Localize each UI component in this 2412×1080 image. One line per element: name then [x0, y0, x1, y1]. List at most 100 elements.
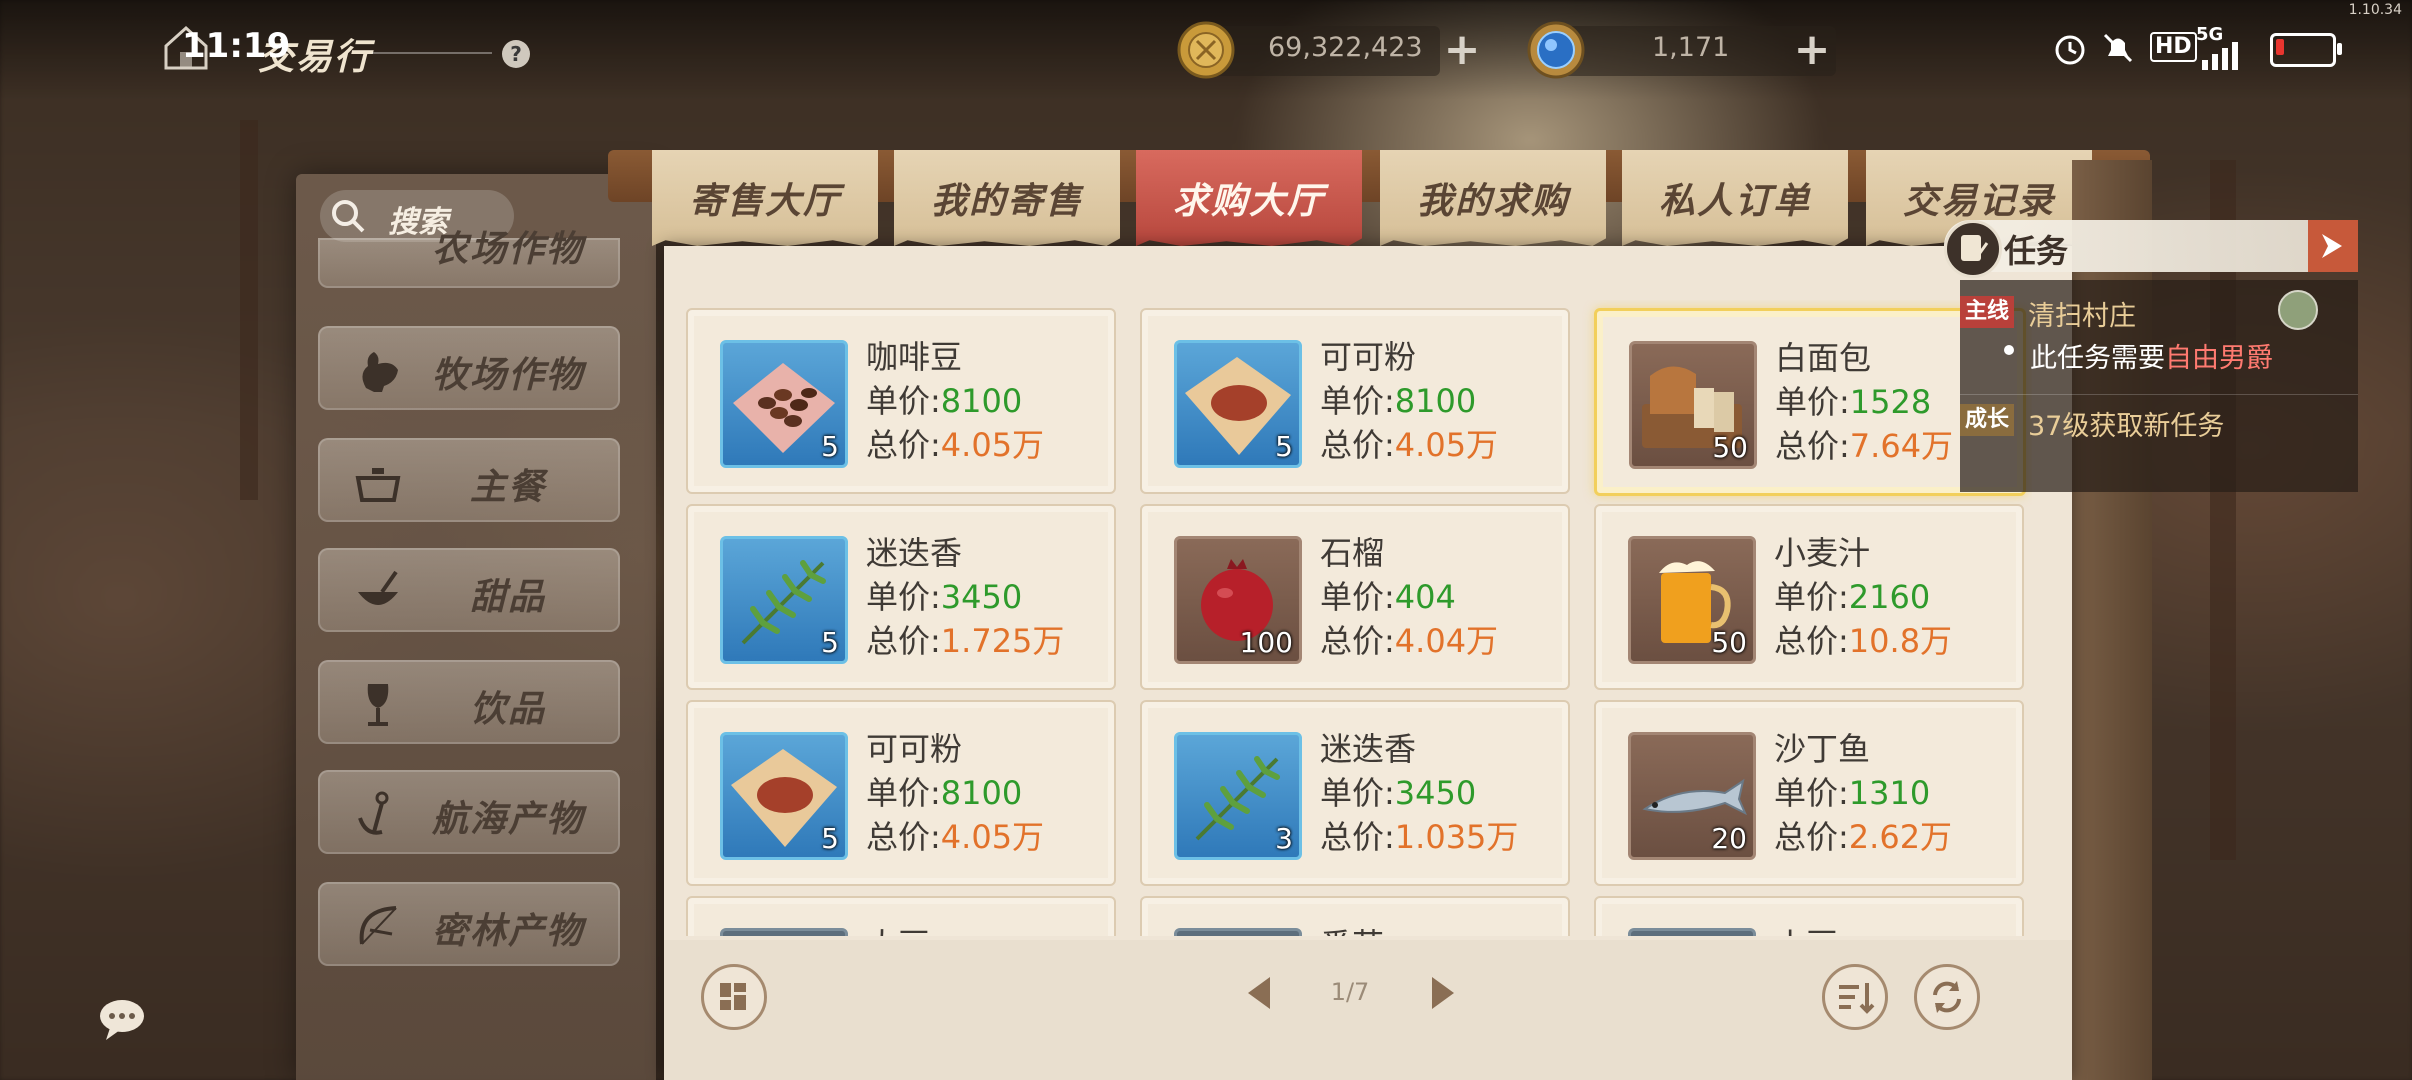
- pot-icon: [355, 468, 401, 502]
- unit-price-row: 单价:8100: [866, 768, 1022, 814]
- unit-price-label: 单价:: [866, 382, 941, 420]
- unit-price-label: 单价:: [866, 578, 941, 616]
- item-thumb: 5: [720, 536, 848, 664]
- item-card[interactable]: 大豆: [686, 896, 1116, 936]
- requirement-prefix: 此任务需要: [2030, 343, 2165, 374]
- category-main-course[interactable]: 主餐: [318, 438, 620, 522]
- item-card[interactable]: 5 可可粉 单价:8100 总价:4.05万: [1140, 308, 1570, 494]
- prev-page-icon[interactable]: [1244, 975, 1274, 1011]
- item-card[interactable]: 100 石榴 单价:404 总价:4.04万: [1140, 504, 1570, 690]
- total-price-value: 4.05万: [940, 818, 1045, 856]
- quest-scroll-icon: [1944, 220, 2002, 278]
- total-price-label: 总价:: [866, 818, 941, 856]
- unit-price-label: 单价:: [1320, 578, 1395, 616]
- category-label: 密林产物: [431, 911, 584, 952]
- item-name: 石榴: [1320, 534, 1385, 572]
- category-maritime[interactable]: 航海产物: [318, 770, 620, 854]
- item-name: 番茄: [1320, 920, 1384, 936]
- grid-layout-icon: [720, 983, 746, 1010]
- unit-price-label: 单价:: [1775, 383, 1850, 421]
- requirement-rank: 自由男爵: [2165, 343, 2273, 374]
- quest-divider: [1960, 394, 2358, 395]
- layout-toggle-button[interactable]: [701, 964, 767, 1030]
- chat-icon[interactable]: [98, 996, 154, 1046]
- category-label: 主餐: [469, 467, 546, 508]
- tab-label: 交易记录: [1902, 181, 2055, 222]
- add-gold-button[interactable]: +: [1442, 28, 1482, 72]
- page-indicator: 1/7: [1330, 978, 1370, 1006]
- category-forest[interactable]: 密林产物: [318, 882, 620, 966]
- quest-go-button[interactable]: [2308, 220, 2358, 272]
- item-quantity: 3: [1275, 822, 1293, 855]
- wine-glass-icon: [367, 684, 389, 726]
- item-thumb: 50: [1629, 341, 1757, 469]
- tab-private-orders[interactable]: 私人订单: [1622, 150, 1848, 246]
- item-card[interactable]: 20 沙丁鱼 单价:1310 总价:2.62万: [1594, 700, 2024, 886]
- tab-my-purchase[interactable]: 我的求购: [1380, 150, 1606, 246]
- npc-avatar: [2278, 290, 2318, 330]
- item-quantity: 50: [1712, 431, 1748, 464]
- item-name: 迷迭香: [1320, 730, 1417, 768]
- background-beam: [240, 120, 258, 500]
- item-quantity: 5: [821, 430, 839, 463]
- unit-price-row: 单价:8100: [1320, 376, 1476, 422]
- total-price-value: 1.035万: [1394, 818, 1519, 856]
- item-thumb: 5: [720, 732, 848, 860]
- category-farm-crops[interactable]: 农场作物: [318, 229, 620, 288]
- sort-button[interactable]: [1822, 964, 1888, 1030]
- unit-price-value: 8100: [1394, 382, 1477, 420]
- main-quest-name: 清扫村庄: [2028, 301, 2136, 332]
- item-name: 小麦汁: [1774, 534, 1871, 572]
- item-quantity: 5: [821, 626, 839, 659]
- category-label: 航海产物: [431, 799, 584, 840]
- unit-price-row: 单价:3450: [866, 572, 1022, 618]
- item-quantity: 20: [1711, 822, 1747, 855]
- item-name: 咖啡豆: [866, 338, 963, 376]
- tab-consignment-hall[interactable]: 寄售大厅: [652, 150, 878, 246]
- item-card[interactable]: 番茄: [1140, 896, 1570, 936]
- arrow-right-icon: [2322, 234, 2342, 258]
- unit-price-row: 单价:1528: [1775, 377, 1931, 423]
- unit-price-label: 单价:: [866, 774, 941, 812]
- item-quantity: 100: [1239, 626, 1293, 659]
- tab-purchase-hall[interactable]: 求购大厅: [1136, 150, 1362, 246]
- total-price-row: 总价:2.62万: [1774, 812, 1952, 858]
- item-card[interactable]: 3 迷迭香 单价:3450 总价:1.035万: [1140, 700, 1570, 886]
- category-desserts[interactable]: 甜品: [318, 548, 620, 632]
- help-icon[interactable]: ?: [502, 40, 530, 68]
- item-card[interactable]: 5 咖啡豆 单价:8100 总价:4.05万: [686, 308, 1116, 494]
- unit-price-value: 1528: [1849, 383, 1932, 421]
- item-card[interactable]: 5 可可粉 单价:8100 总价:4.05万: [686, 700, 1116, 886]
- add-gem-button[interactable]: +: [1792, 28, 1832, 72]
- blue-gem-icon: [1527, 21, 1585, 79]
- item-card[interactable]: 小豆: [1594, 896, 2024, 936]
- refresh-button[interactable]: [1914, 964, 1980, 1030]
- category-label: 农场作物: [431, 229, 584, 270]
- gold-amount: 69,322,423: [1268, 32, 1423, 63]
- unit-price-value: 3450: [940, 578, 1023, 616]
- growth-quest-text: 37级获取新任务: [2028, 411, 2225, 442]
- item-card[interactable]: 5 迷迭香 单价:3450 总价:1.725万: [686, 504, 1116, 690]
- tab-my-consignment[interactable]: 我的寄售: [894, 150, 1120, 246]
- item-quantity: 50: [1711, 626, 1747, 659]
- item-name: 迷迭香: [866, 534, 963, 572]
- item-card[interactable]: 50 小麦汁 单价:2160 总价:10.8万: [1594, 504, 2024, 690]
- item-thumb: 3: [1174, 732, 1302, 860]
- status-clock: 11:19: [182, 26, 291, 66]
- item-name: 白面包: [1775, 339, 1872, 377]
- sort-icon: [1839, 983, 1875, 1014]
- item-name: 沙丁鱼: [1774, 730, 1871, 768]
- unit-price-value: 404: [1394, 578, 1456, 616]
- next-page-icon[interactable]: [1428, 975, 1458, 1011]
- item-thumb: 100: [1174, 536, 1302, 664]
- total-price-row: 总价:4.04万: [1320, 616, 1498, 662]
- total-price-label: 总价:: [1775, 427, 1850, 465]
- total-price-row: 总价:4.05万: [866, 420, 1044, 466]
- item-thumb: 5: [720, 340, 848, 468]
- gem-amount: 1,171: [1652, 32, 1730, 63]
- total-price-row: 总价:7.64万: [1775, 421, 1953, 467]
- total-price-value: 10.8万: [1848, 622, 1953, 660]
- unit-price-row: 单价:1310: [1774, 768, 1930, 814]
- category-drinks[interactable]: 饮品: [318, 660, 620, 744]
- category-ranch-products[interactable]: 牧场作物: [318, 326, 620, 410]
